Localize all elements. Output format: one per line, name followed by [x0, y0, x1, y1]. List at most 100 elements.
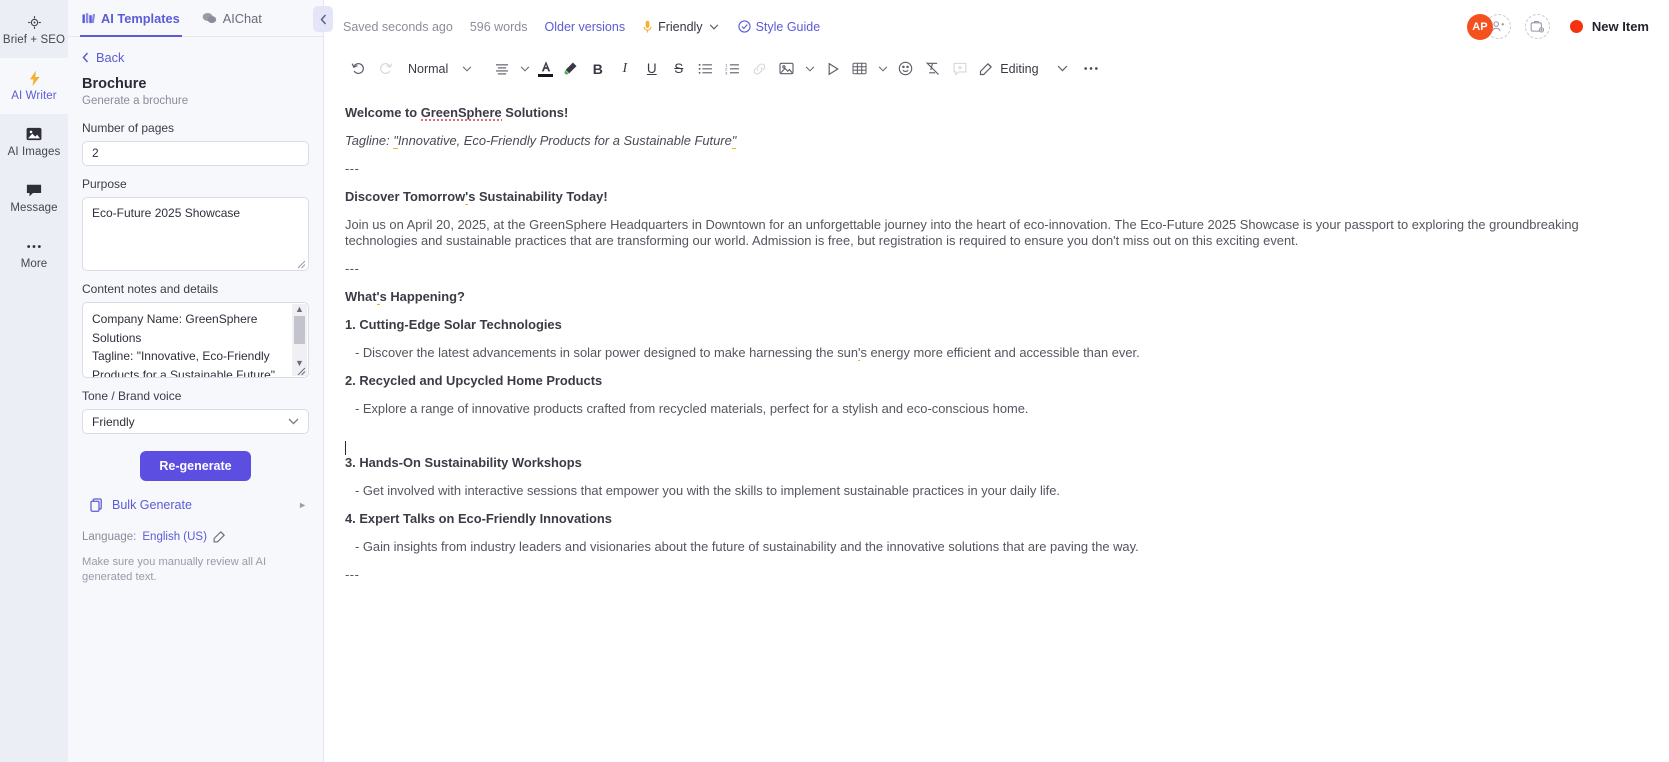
align-icon[interactable]	[488, 55, 515, 82]
font-color-swatch	[538, 74, 554, 77]
emoji-icon[interactable]	[892, 55, 919, 82]
content-notes-value: Company Name: GreenSphere Solutions Tagl…	[92, 312, 276, 378]
scroll-thumb[interactable]	[294, 316, 305, 344]
regenerate-button[interactable]: Re-generate	[140, 451, 251, 481]
rail-label-more: More	[20, 258, 48, 270]
lightning-bolt-icon	[28, 69, 41, 87]
underline-icon[interactable]: U	[638, 55, 665, 82]
bulk-generate-label: Bulk Generate	[112, 498, 192, 512]
italic-icon[interactable]: I	[611, 55, 638, 82]
chevron-down-icon[interactable]	[457, 55, 476, 82]
grammar-mark: "	[731, 133, 737, 149]
doc-heading: Welcome to GreenSphere Solutions!	[345, 105, 1641, 124]
purpose-textarea[interactable]: Eco-Future 2025 Showcase	[82, 197, 309, 271]
content-notes-textarea[interactable]: Company Name: GreenSphere Solutions Tagl…	[82, 302, 309, 378]
word-count: 596 words	[469, 19, 528, 34]
rail-item-ai-images[interactable]: AI Images	[0, 114, 68, 170]
bulk-generate-row[interactable]: Bulk Generate ►	[82, 494, 309, 516]
resize-grip-icon	[296, 259, 306, 269]
rail-item-more[interactable]: More	[0, 226, 68, 282]
chevron-down-icon	[709, 23, 719, 30]
tone-value: Friendly	[92, 414, 135, 429]
image-chevron-down-icon[interactable]	[800, 55, 819, 82]
redo-icon[interactable]	[372, 55, 399, 82]
doc-paragraph: Join us on April 20, 2025, at the GreenS…	[345, 217, 1579, 248]
doc-subitem: - Gain insights from industry leaders an…	[355, 539, 1139, 554]
doc-heading: 1. Cutting-Edge Solar Technologies	[345, 317, 562, 332]
link-icon[interactable]	[746, 55, 773, 82]
templates-panel: AI Templates AIChat Back Brochure Genera…	[68, 0, 333, 762]
panel-tab-bar: AI Templates AIChat	[68, 0, 323, 37]
scroll-down-icon[interactable]: ▼	[295, 358, 304, 369]
scroll-up-icon[interactable]: ▲	[295, 304, 304, 315]
edit-pencil-icon[interactable]	[213, 530, 226, 543]
paragraph-style-dropdown[interactable]: Normal	[399, 55, 457, 82]
tone-chip-label: Friendly	[658, 19, 703, 34]
table-icon[interactable]	[846, 55, 873, 82]
bulleted-list-icon[interactable]	[692, 55, 719, 82]
chevron-right-icon: ►	[298, 500, 307, 510]
table-chevron-down-icon[interactable]	[873, 55, 892, 82]
chevron-down-icon	[288, 418, 299, 425]
pages-input[interactable]: 2	[82, 141, 309, 166]
pencil-icon	[979, 62, 993, 76]
doc-subitem: - Explore a range of innovative products…	[355, 401, 1029, 416]
clear-format-icon[interactable]	[919, 55, 946, 82]
tone-select[interactable]: Friendly	[82, 409, 309, 434]
field-number-of-pages: Number of pages 2	[82, 121, 309, 166]
video-icon[interactable]	[819, 55, 846, 82]
tab-ai-templates[interactable]: AI Templates	[80, 0, 182, 37]
more-options-icon[interactable]	[1078, 55, 1105, 82]
rail-item-message[interactable]: Message	[0, 170, 68, 226]
rail-label-ai-images: AI Images	[7, 146, 61, 158]
notes-scrollbar[interactable]: ▲ ▼	[292, 304, 307, 376]
doc-divider: ---	[345, 161, 360, 176]
editing-chevron-down-icon[interactable]	[1053, 55, 1072, 82]
language-value[interactable]: English (US)	[142, 531, 207, 543]
avatar[interactable]: AP	[1466, 13, 1493, 40]
tab-aichat[interactable]: AIChat	[202, 0, 262, 37]
new-item-button[interactable]: New Item	[1569, 19, 1649, 34]
app-root: Brief + SEO AI Writer AI Images Message	[0, 0, 1669, 762]
panel-body: Back Brochure Generate a brochure Number…	[68, 37, 323, 585]
add-attachment-icon[interactable]	[1524, 14, 1550, 39]
align-chevron-down-icon[interactable]	[515, 55, 534, 82]
collaborators: AP	[1466, 13, 1511, 40]
style-guide-label: Style Guide	[755, 19, 821, 34]
chat-bubble-icon	[26, 181, 42, 199]
bold-icon[interactable]: B	[584, 55, 611, 82]
editing-mode-button[interactable]: Editing	[973, 61, 1039, 76]
doc-divider: ---	[345, 261, 360, 276]
collapse-panel-button[interactable]	[313, 6, 333, 32]
older-versions-link[interactable]: Older versions	[545, 20, 626, 34]
doc-heading: What's Happening?	[345, 289, 465, 305]
style-guide-button[interactable]: Style Guide	[737, 19, 821, 34]
doc-heading: 2. Recycled and Upcycled Home Products	[345, 373, 603, 388]
undo-icon[interactable]	[345, 55, 372, 82]
font-color-icon[interactable]	[534, 55, 557, 82]
template-subtitle: Generate a brochure	[82, 95, 189, 107]
back-button[interactable]: Back	[82, 50, 309, 65]
rail-item-ai-writer[interactable]: AI Writer	[0, 58, 68, 114]
tab-label-ai-templates: AI Templates	[101, 10, 180, 26]
rail-item-brief-seo[interactable]: Brief + SEO	[0, 2, 68, 58]
saved-status: Saved seconds ago	[343, 19, 453, 34]
highlight-icon[interactable]	[557, 55, 584, 82]
field-content-notes: Content notes and details Company Name: …	[82, 282, 309, 378]
caret-line	[345, 441, 346, 455]
chat-icon	[202, 12, 217, 24]
document-content[interactable]: Welcome to GreenSphere Solutions! Taglin…	[324, 84, 1669, 762]
back-label: Back	[96, 50, 125, 65]
label-content-notes: Content notes and details	[82, 282, 219, 296]
strikethrough-icon[interactable]: S	[665, 55, 692, 82]
ellipsis-icon	[26, 237, 42, 255]
tone-dropdown[interactable]: Friendly	[643, 20, 718, 34]
numbered-list-icon[interactable]: 1 2 3	[719, 55, 746, 82]
rail-label-ai-writer: AI Writer	[11, 90, 57, 102]
doc-heading: 4. Expert Talks on Eco-Friendly Innovati…	[345, 511, 612, 526]
comment-icon[interactable]	[946, 55, 973, 82]
image-icon	[26, 125, 42, 143]
editing-label: Editing	[1000, 61, 1039, 76]
image-icon[interactable]	[773, 55, 800, 82]
check-circle-icon	[737, 20, 751, 33]
